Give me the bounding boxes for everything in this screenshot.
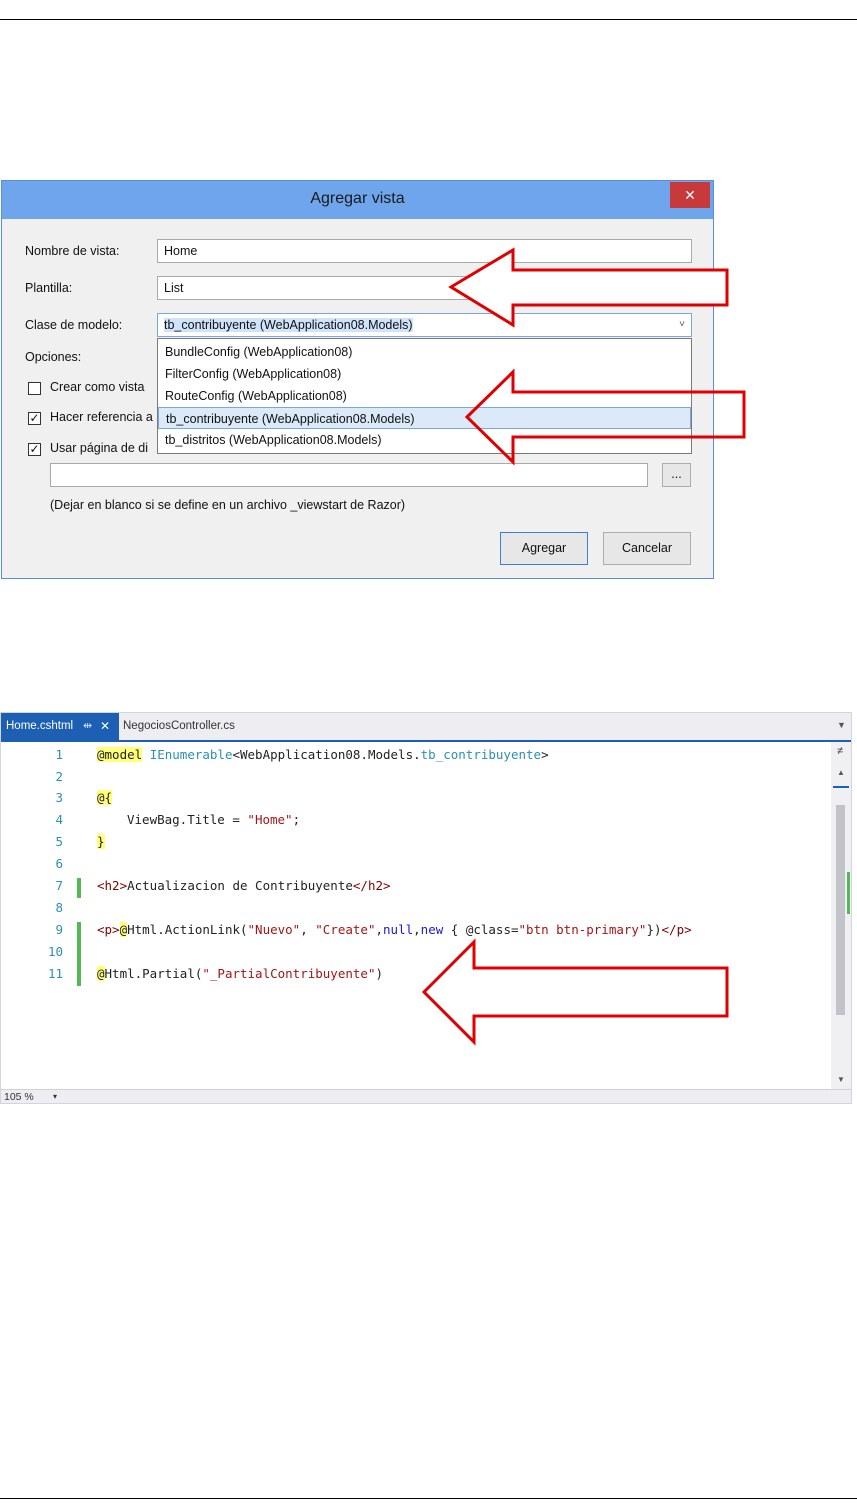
red-arrow-icon bbox=[421, 938, 729, 1046]
